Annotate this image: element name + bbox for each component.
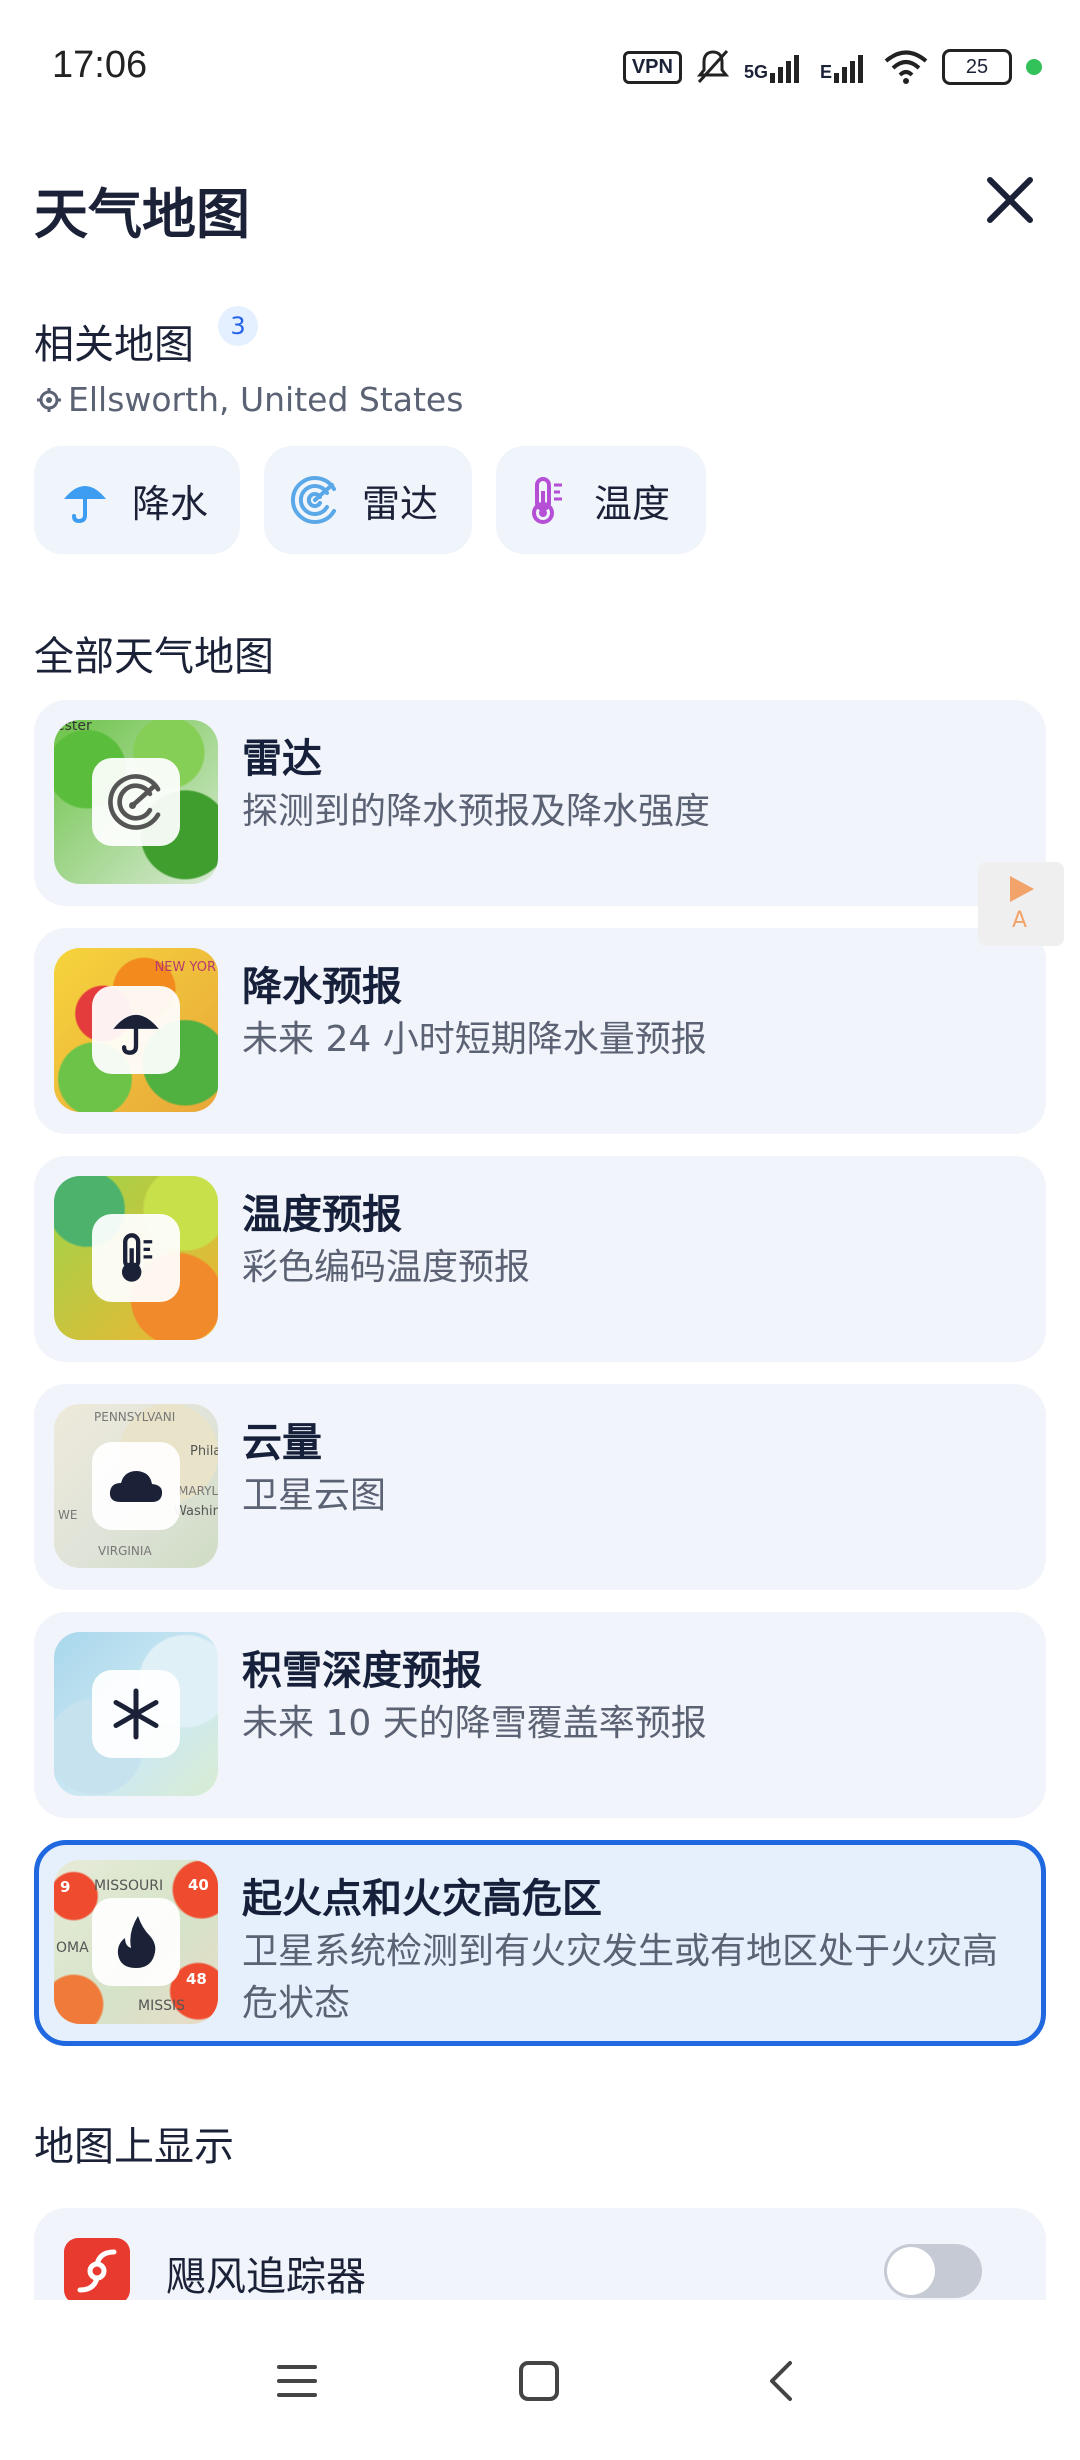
card-title: 雷达 bbox=[242, 736, 322, 782]
radar-icon bbox=[290, 476, 336, 524]
menu-button[interactable] bbox=[262, 2346, 332, 2416]
card-description: 卫星云图 bbox=[242, 1475, 387, 1516]
card-description: 卫星系统检测到有火灾发生或有地区处于火灾高危状态 bbox=[242, 1931, 999, 2024]
card-title: 积雪深度预报 bbox=[242, 1648, 482, 1694]
flame-icon bbox=[92, 1898, 180, 1986]
cloud-icon bbox=[92, 1442, 180, 1530]
wifi-icon bbox=[884, 50, 928, 84]
mute-icon bbox=[696, 49, 730, 84]
thumb-map-label: MARYLA bbox=[178, 1484, 218, 1498]
snowflake-icon bbox=[92, 1670, 180, 1758]
hurricane-tracker-toggle[interactable] bbox=[884, 2244, 982, 2298]
map-card-cloud-cover[interactable]: PENNSYLVANI Phila MARYLA Washing VIRGINI… bbox=[34, 1384, 1046, 1590]
floating-button-label: A bbox=[1012, 908, 1028, 933]
location-text: Ellsworth, United States bbox=[68, 380, 464, 419]
chip-precipitation[interactable]: 降水 bbox=[34, 446, 240, 554]
chip-label: 温度 bbox=[594, 481, 671, 526]
thumb-fire-count: 48 bbox=[186, 1970, 207, 1988]
location: Ellsworth, United States bbox=[36, 380, 463, 419]
thumb-map-label: ester bbox=[56, 720, 92, 734]
toggle-knob bbox=[887, 2247, 935, 2295]
thermometer-icon bbox=[532, 477, 562, 524]
thumb-map-label: WE bbox=[58, 1508, 78, 1522]
thumb-map-label: OMA bbox=[56, 1940, 89, 1956]
thumb-fire-count: 40 bbox=[188, 1876, 209, 1894]
signal-icon bbox=[834, 55, 863, 83]
map-card-precipitation-forecast[interactable]: NEW YOR 降水预报 未来 24 小时短期降水量预报 bbox=[34, 928, 1046, 1134]
play-icon bbox=[1010, 876, 1034, 902]
status-bar: 17:06 VPN 5G E 25 bbox=[0, 0, 1080, 140]
all-maps-title: 全部天气地图 bbox=[34, 634, 274, 680]
close-button[interactable] bbox=[980, 170, 1040, 230]
wildfire-thumbnail: MISSOURI OMA MISSIS 40 48 9 bbox=[54, 1860, 218, 2024]
home-icon bbox=[519, 2361, 559, 2401]
chip-radar[interactable]: 雷达 bbox=[264, 446, 472, 554]
navigation-bar bbox=[0, 2300, 1080, 2460]
overlays-title: 地图上显示 bbox=[34, 2124, 234, 2170]
battery-icon: 25 bbox=[942, 49, 1012, 85]
precipitation-thumbnail: NEW YOR bbox=[54, 948, 218, 1112]
thumb-map-label: MISSIS bbox=[138, 1998, 185, 2014]
chip-label: 雷达 bbox=[362, 481, 439, 526]
location-icon bbox=[37, 387, 61, 412]
back-button[interactable] bbox=[746, 2346, 816, 2416]
map-card-temperature-forecast[interactable]: 温度预报 彩色编码温度预报 bbox=[34, 1156, 1046, 1362]
thumb-fire-count: 9 bbox=[60, 1878, 71, 1896]
related-maps-title: 相关地图 bbox=[34, 322, 194, 368]
umbrella-icon bbox=[64, 486, 106, 524]
menu-icon bbox=[277, 2365, 317, 2397]
map-card-snow-depth[interactable]: 积雪深度预报 未来 10 天的降雪覆盖率预报 bbox=[34, 1612, 1046, 1818]
card-description: 彩色编码温度预报 bbox=[242, 1247, 531, 1288]
map-card-radar[interactable]: ester 雷达 探测到的降水预报及降水强度 bbox=[34, 700, 1046, 906]
back-icon bbox=[770, 2361, 792, 2401]
card-title: 云量 bbox=[242, 1420, 322, 1466]
radar-icon bbox=[92, 758, 180, 846]
umbrella-icon bbox=[92, 986, 180, 1074]
thumb-map-label: NEW YOR bbox=[154, 960, 216, 975]
cloud-thumbnail: PENNSYLVANI Phila MARYLA Washing VIRGINI… bbox=[54, 1404, 218, 1568]
home-button[interactable] bbox=[504, 2346, 574, 2416]
thumb-map-label: MISSOURI bbox=[94, 1878, 164, 1894]
status-icons: VPN 5G E 25 bbox=[622, 44, 1042, 90]
privacy-indicator-dot bbox=[1026, 59, 1042, 75]
thumb-map-label: Washing bbox=[174, 1504, 218, 1519]
card-title: 起火点和火灾高危区 bbox=[242, 1876, 602, 1922]
thermometer-icon bbox=[92, 1214, 180, 1302]
radar-thumbnail: ester bbox=[54, 720, 218, 884]
temperature-thumbnail bbox=[54, 1176, 218, 1340]
hurricane-tracker-label: 飓风追踪器 bbox=[166, 2254, 366, 2300]
status-time: 17:06 bbox=[52, 44, 148, 86]
close-icon bbox=[987, 177, 1033, 223]
thumb-map-label: VIRGINIA bbox=[98, 1544, 152, 1558]
page-title: 天气地图 bbox=[34, 183, 250, 246]
network-e-label: E bbox=[819, 62, 832, 82]
card-title: 降水预报 bbox=[242, 964, 402, 1010]
thumb-map-label: Phila bbox=[190, 1444, 218, 1459]
network-5g-label: 5G bbox=[743, 62, 768, 82]
card-title: 温度预报 bbox=[242, 1192, 402, 1238]
card-description: 未来 24 小时短期降水量预报 bbox=[242, 1019, 707, 1060]
map-card-wildfire[interactable]: MISSOURI OMA MISSIS 40 48 9 起火点和火灾高危区 卫星… bbox=[34, 1840, 1046, 2046]
card-description: 未来 10 天的降雪覆盖率预报 bbox=[242, 1703, 707, 1744]
vpn-icon: VPN bbox=[622, 50, 682, 84]
floating-translate-button[interactable]: A bbox=[978, 862, 1064, 946]
signal-icon bbox=[769, 55, 799, 83]
chip-temperature[interactable]: 温度 bbox=[496, 446, 706, 554]
thumb-map-label: PENNSYLVANI bbox=[94, 1410, 176, 1424]
hurricane-icon bbox=[64, 2238, 130, 2304]
chip-label: 降水 bbox=[132, 481, 209, 526]
related-count-badge: 3 bbox=[218, 306, 258, 346]
snow-thumbnail bbox=[54, 1632, 218, 1796]
card-description: 探测到的降水预报及降水强度 bbox=[242, 791, 711, 832]
